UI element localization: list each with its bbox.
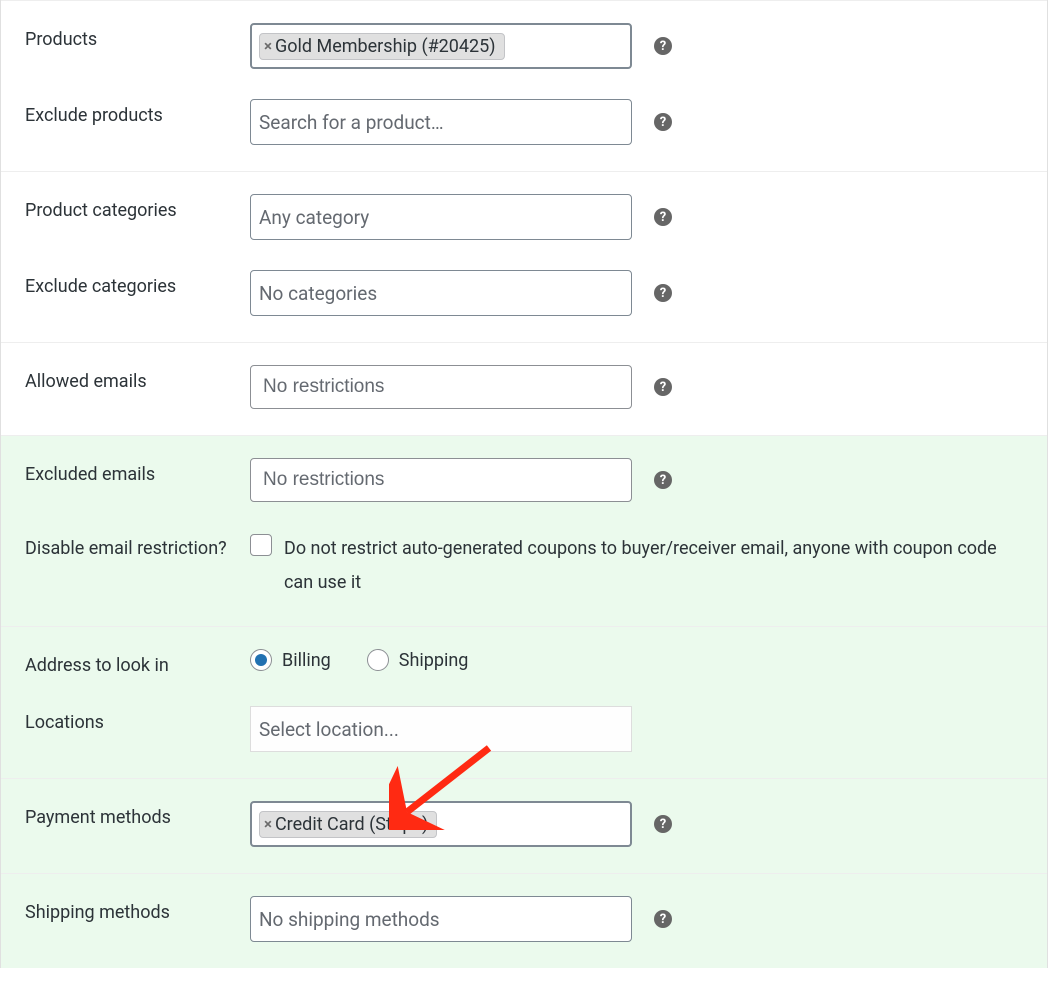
section-shipping-methods: Shipping methods No shipping methods ?	[1, 873, 1047, 968]
radio-shipping-input[interactable]	[367, 649, 389, 671]
allowed-emails-label: Allowed emails	[25, 365, 250, 392]
exclude-categories-label: Exclude categories	[25, 270, 250, 297]
locations-label: Locations	[25, 706, 250, 733]
locations-placeholder: Select location...	[259, 718, 399, 741]
help-icon[interactable]: ?	[654, 378, 672, 396]
product-categories-select[interactable]: Any category	[250, 194, 632, 240]
excluded-emails-input[interactable]	[250, 458, 632, 502]
help-icon[interactable]: ?	[654, 284, 672, 302]
help-icon[interactable]: ?	[654, 113, 672, 131]
section-products: Products × Gold Membership (#20425) ? Ex…	[1, 0, 1047, 171]
product-tag-label: Gold Membership (#20425)	[275, 36, 496, 57]
remove-tag-icon[interactable]: ×	[264, 815, 272, 833]
shipping-methods-placeholder: No shipping methods	[259, 908, 440, 931]
exclude-products-placeholder: Search for a product…	[259, 111, 444, 134]
payment-method-tag: × Credit Card (Stripe)	[259, 811, 437, 838]
disable-email-restriction-description: Do not restrict auto-generated coupons t…	[284, 532, 1023, 600]
help-icon[interactable]: ?	[654, 208, 672, 226]
payment-methods-label: Payment methods	[25, 801, 250, 828]
exclude-products-select[interactable]: Search for a product…	[250, 99, 632, 145]
payment-methods-select[interactable]: × Credit Card (Stripe)	[250, 801, 632, 847]
product-tag: × Gold Membership (#20425)	[259, 33, 505, 60]
disable-email-restriction-checkbox[interactable]	[250, 534, 272, 556]
address-radio-group: Billing Shipping	[250, 649, 468, 671]
product-categories-placeholder: Any category	[259, 206, 369, 229]
exclude-categories-placeholder: No categories	[259, 282, 377, 305]
exclude-products-label: Exclude products	[25, 99, 250, 126]
radio-shipping[interactable]: Shipping	[367, 649, 469, 671]
excluded-emails-label: Excluded emails	[25, 458, 250, 485]
section-excluded-emails: Excluded emails ? Disable email restrict…	[1, 435, 1047, 626]
help-icon[interactable]: ?	[654, 910, 672, 928]
radio-billing[interactable]: Billing	[250, 649, 331, 671]
help-icon[interactable]: ?	[654, 471, 672, 489]
section-address: Address to look in Billing Shipping Loca…	[1, 626, 1047, 778]
section-payment-methods: Payment methods × Credit Card (Stripe) ?	[1, 778, 1047, 873]
allowed-emails-input[interactable]	[250, 365, 632, 409]
products-select[interactable]: × Gold Membership (#20425)	[250, 23, 632, 69]
radio-shipping-label: Shipping	[399, 650, 469, 671]
help-icon[interactable]: ?	[654, 815, 672, 833]
locations-select[interactable]: Select location...	[250, 706, 632, 752]
shipping-methods-label: Shipping methods	[25, 896, 250, 923]
radio-billing-input[interactable]	[250, 649, 272, 671]
disable-email-restriction-label: Disable email restriction?	[25, 532, 250, 559]
address-look-in-label: Address to look in	[25, 649, 250, 676]
shipping-methods-select[interactable]: No shipping methods	[250, 896, 632, 942]
section-allowed-emails: Allowed emails ?	[1, 342, 1047, 435]
product-categories-label: Product categories	[25, 194, 250, 221]
remove-tag-icon[interactable]: ×	[264, 37, 272, 55]
section-categories: Product categories Any category ? Exclud…	[1, 171, 1047, 342]
exclude-categories-select[interactable]: No categories	[250, 270, 632, 316]
products-label: Products	[25, 23, 250, 50]
payment-method-tag-label: Credit Card (Stripe)	[275, 814, 428, 835]
radio-billing-label: Billing	[282, 650, 331, 671]
help-icon[interactable]: ?	[654, 37, 672, 55]
